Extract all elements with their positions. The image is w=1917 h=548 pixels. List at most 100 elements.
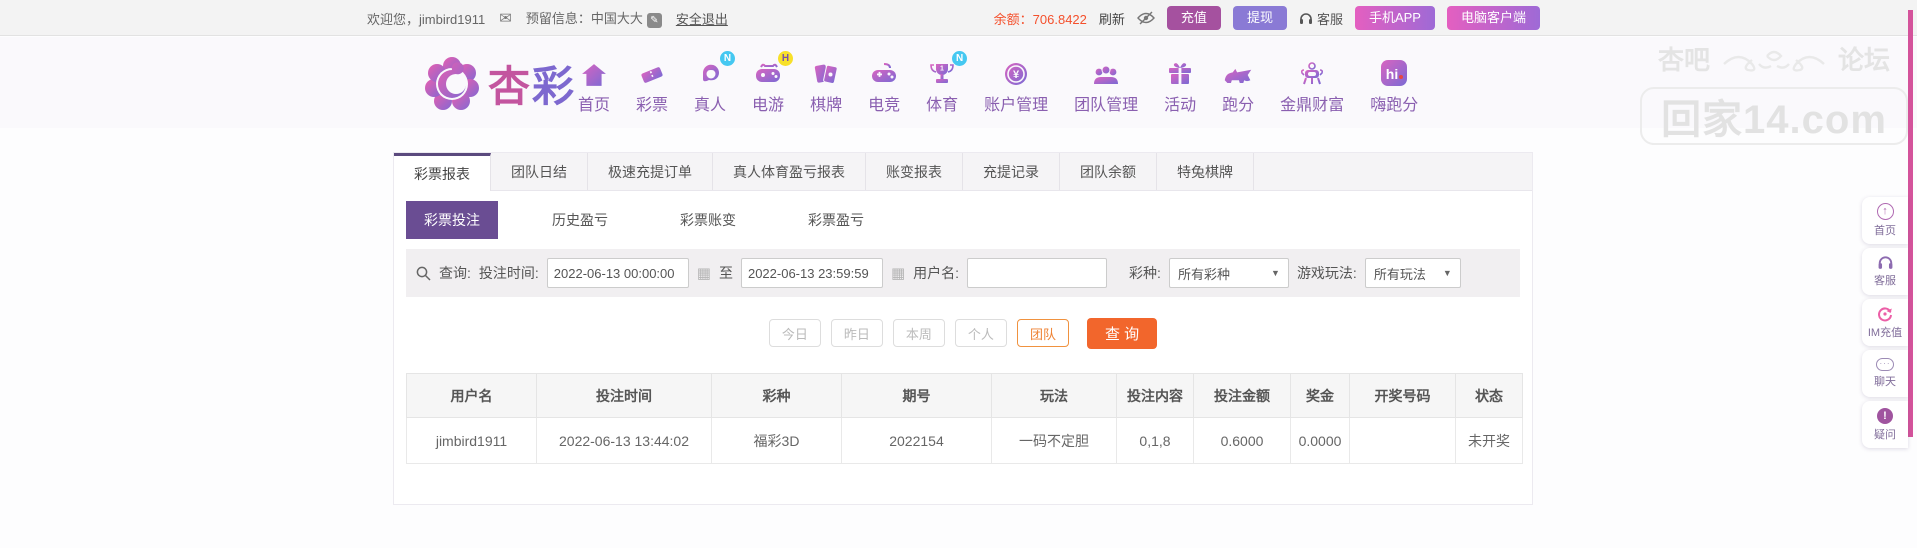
headset-icon	[1878, 256, 1892, 269]
query-bar: 查询: 投注时间: ▦ 至 ▦ 用户名: 彩种: 所有彩种 ▼ 游戏玩法: 所有玩…	[406, 249, 1520, 297]
ticket-icon	[637, 57, 667, 87]
nav-item-jinding[interactable]: 金鼎财富	[1280, 57, 1344, 115]
nav-item-hipaofen[interactable]: hi 嗨跑分	[1370, 57, 1418, 115]
balance-value: 706.8422	[1032, 11, 1087, 27]
calendar-icon[interactable]: ▦	[891, 264, 905, 282]
cell-draw-number	[1349, 417, 1456, 464]
nav-label: 嗨跑分	[1370, 97, 1419, 114]
lottery-type-select[interactable]: 所有彩种 ▼	[1168, 258, 1289, 288]
nav-label: 活动	[1164, 97, 1197, 114]
chat-icon: ···	[1876, 358, 1894, 371]
top-bar: 欢迎您，jimbird1911 ✉ 预留信息：中国大大 ✎ 安全退出 余额：706…	[0, 0, 1917, 36]
coin-icon: ¥	[1001, 57, 1031, 87]
yesterday-button[interactable]: 昨日	[830, 319, 883, 347]
nav-label: 彩票	[636, 97, 669, 114]
table-row: jimbird1911 2022-06-13 13:44:02 福彩3D 202…	[406, 417, 1523, 464]
nav-item-account[interactable]: ¥ 账户管理	[984, 57, 1048, 115]
recharge-button[interactable]: 充值	[1166, 6, 1221, 30]
logout-link[interactable]: 安全退出	[676, 9, 728, 28]
trophy-icon: 1 N	[927, 51, 968, 87]
table-header-row: 用户名 投注时间 彩种 期号 玩法 投注内容 投注金额 奖金 开奖号码 状态	[406, 373, 1523, 418]
week-button[interactable]: 本周	[892, 319, 945, 347]
col-bet-time: 投注时间	[536, 373, 712, 418]
nav-label: 电竞	[868, 97, 901, 114]
eye-off-icon[interactable]	[1136, 11, 1155, 25]
personal-button[interactable]: 个人	[954, 319, 1007, 347]
tab-fast-orders[interactable]: 极速充提订单	[588, 153, 713, 190]
subtab-lottery-bets[interactable]: 彩票投注	[406, 201, 498, 239]
nav-item-sports[interactable]: 1 N 体育	[926, 51, 968, 115]
subtab-bar: 彩票投注 历史盈亏 彩票账变 彩票盈亏	[394, 191, 1532, 249]
time-from-input[interactable]	[546, 258, 689, 288]
mail-icon[interactable]: ✉	[499, 9, 512, 27]
cell-username: jimbird1911	[406, 417, 537, 464]
to-label: 至	[718, 265, 733, 281]
col-issue: 期号	[841, 373, 992, 418]
reserved-info: 预留信息：中国大大 ✎	[526, 8, 662, 28]
hi-app-icon: hi	[1379, 57, 1409, 87]
play-type-select[interactable]: 所有玩法 ▼	[1364, 258, 1461, 288]
tab-deposit-records[interactable]: 充提记录	[963, 153, 1060, 190]
chevron-down-icon: ▼	[1271, 268, 1280, 278]
today-button[interactable]: 今日	[768, 319, 821, 347]
calendar-icon[interactable]: ▦	[697, 264, 711, 282]
tab-live-sports-pl[interactable]: 真人体育盈亏报表	[713, 153, 866, 190]
col-lottery: 彩种	[711, 373, 842, 418]
sidebar-item-question[interactable]: ! 疑问	[1862, 401, 1908, 448]
refresh-button[interactable]: 刷新	[1099, 9, 1125, 28]
logo-text: 杏彩	[488, 63, 577, 110]
service-label: 客服	[1316, 11, 1343, 27]
nav-label: 跑分	[1222, 97, 1255, 114]
nav-label: 团队管理	[1074, 97, 1139, 114]
tab-team-balance[interactable]: 团队余额	[1060, 153, 1157, 190]
sidebar-item-im-recharge[interactable]: IM充值	[1862, 299, 1908, 346]
sidebar-item-chat[interactable]: ··· 聊天	[1862, 350, 1908, 397]
nav-item-live[interactable]: N 真人	[694, 51, 736, 115]
nav-item-promo[interactable]: 活动	[1164, 57, 1196, 115]
cell-issue: 2022154	[841, 417, 992, 464]
top-bar-left: 欢迎您，jimbird1911 ✉ 预留信息：中国大大 ✎ 安全退出	[367, 0, 728, 36]
sidebar-label: 疑问	[1874, 428, 1896, 441]
gamepad-icon: H	[753, 51, 794, 87]
nav-item-lottery[interactable]: 彩票	[636, 57, 668, 115]
quick-filter-row: 今日 昨日 本周 个人 团队 查 询	[394, 297, 1532, 369]
sidebar-item-home[interactable]: ↑ 首页	[1862, 197, 1908, 244]
team-button[interactable]: 团队	[1016, 319, 1069, 347]
play-type-value: 所有玩法	[1373, 266, 1426, 282]
nav-item-team[interactable]: 团队管理	[1074, 57, 1138, 115]
username-input[interactable]	[967, 258, 1108, 288]
col-status: 状态	[1455, 373, 1523, 418]
side-strip[interactable]	[1908, 10, 1913, 437]
report-tabbar: 彩票报表 团队日结 极速充提订单 真人体育盈亏报表 账变报表 充提记录 团队余额…	[394, 153, 1532, 191]
subtab-lottery-pl[interactable]: 彩票盈亏	[790, 201, 882, 239]
nav-item-paofen[interactable]: 跑分	[1222, 57, 1254, 115]
nav-item-egame[interactable]: H 电游	[752, 51, 794, 115]
service-link[interactable]: 客服	[1299, 9, 1343, 28]
nav-label: 体育	[926, 97, 959, 114]
main-nav: 首页 彩票 N 真人 H 电游 棋牌 电竞 1 N 体育 ¥ 账户管理 团队管理…	[578, 51, 1418, 115]
nav-item-home[interactable]: 首页	[578, 57, 610, 115]
search-icon	[416, 266, 431, 281]
subtab-lottery-change[interactable]: 彩票账变	[662, 201, 754, 239]
tab-lottery-report[interactable]: 彩票报表	[394, 153, 491, 191]
site-logo[interactable]: 杏彩	[424, 53, 576, 114]
exclamation-icon: !	[1877, 407, 1893, 424]
nav-label: 电游	[752, 97, 785, 114]
subtab-history-pl[interactable]: 历史盈亏	[534, 201, 626, 239]
search-button[interactable]: 查 询	[1086, 317, 1158, 349]
mobile-app-button[interactable]: 手机APP	[1354, 6, 1435, 30]
withdraw-button[interactable]: 提现	[1232, 6, 1287, 30]
pc-client-button[interactable]: 电脑客户端	[1446, 6, 1540, 30]
tab-account-change[interactable]: 账变报表	[866, 153, 963, 190]
nav-item-cards[interactable]: 棋牌	[810, 57, 842, 115]
sidebar-label: 聊天	[1874, 376, 1896, 388]
sidebar-item-service[interactable]: 客服	[1862, 248, 1908, 295]
nav-item-esports[interactable]: 电竞	[868, 57, 900, 115]
tab-tetu-boardgames[interactable]: 特兔棋牌	[1157, 153, 1254, 190]
edit-icon[interactable]: ✎	[646, 13, 662, 28]
tab-team-daily[interactable]: 团队日结	[491, 153, 588, 190]
time-to-input[interactable]	[740, 258, 883, 288]
cell-bet-time: 2022-06-13 13:44:02	[536, 417, 712, 464]
reserved-info-text: 预留信息：中国大大	[525, 11, 643, 26]
new-badge: N	[952, 51, 968, 66]
